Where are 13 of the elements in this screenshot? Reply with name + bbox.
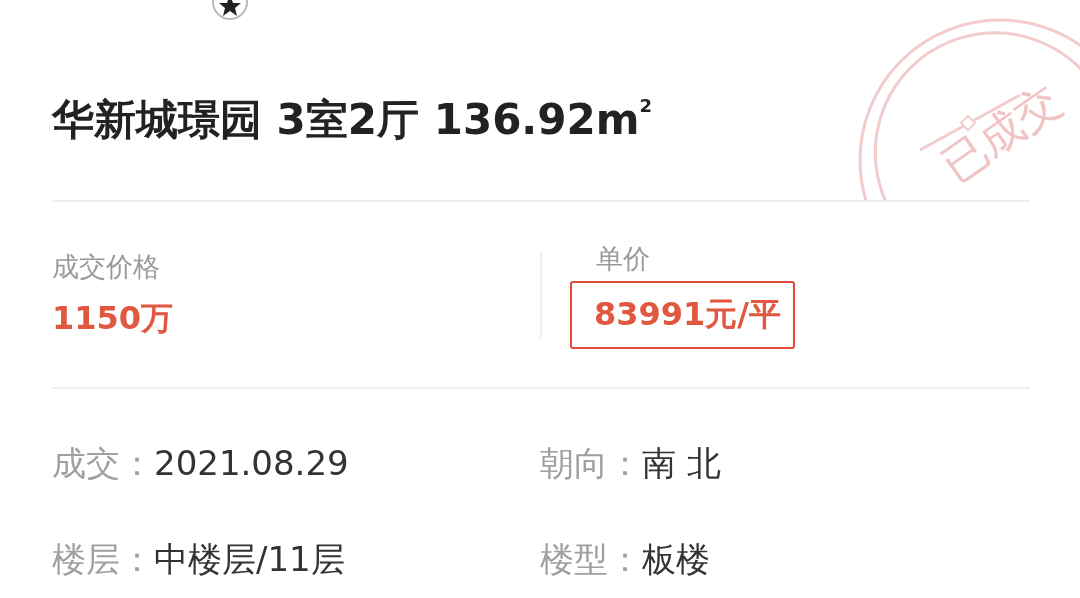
unit-price-label: 单价 xyxy=(595,241,651,276)
detail-value: 2021.08.29 xyxy=(154,443,349,483)
detail-label: 楼型： xyxy=(540,538,642,581)
detail-value: 板楼 xyxy=(642,538,710,581)
listing-title: 华新城璟园 3室2厅 136.92m$^{2}$ xyxy=(52,94,653,146)
price-label: 成交价格 xyxy=(52,249,161,284)
detail-label: 朝向： xyxy=(540,442,642,485)
detail-label: 成交： xyxy=(52,442,154,485)
unit-price-value: 83991元/平 xyxy=(570,280,795,349)
detail-value: 中楼层/11层 xyxy=(154,538,345,581)
price-value: 1150万 xyxy=(52,297,175,339)
detail-label: 楼层： xyxy=(52,538,154,581)
detail-value: 南 北 xyxy=(642,442,721,485)
